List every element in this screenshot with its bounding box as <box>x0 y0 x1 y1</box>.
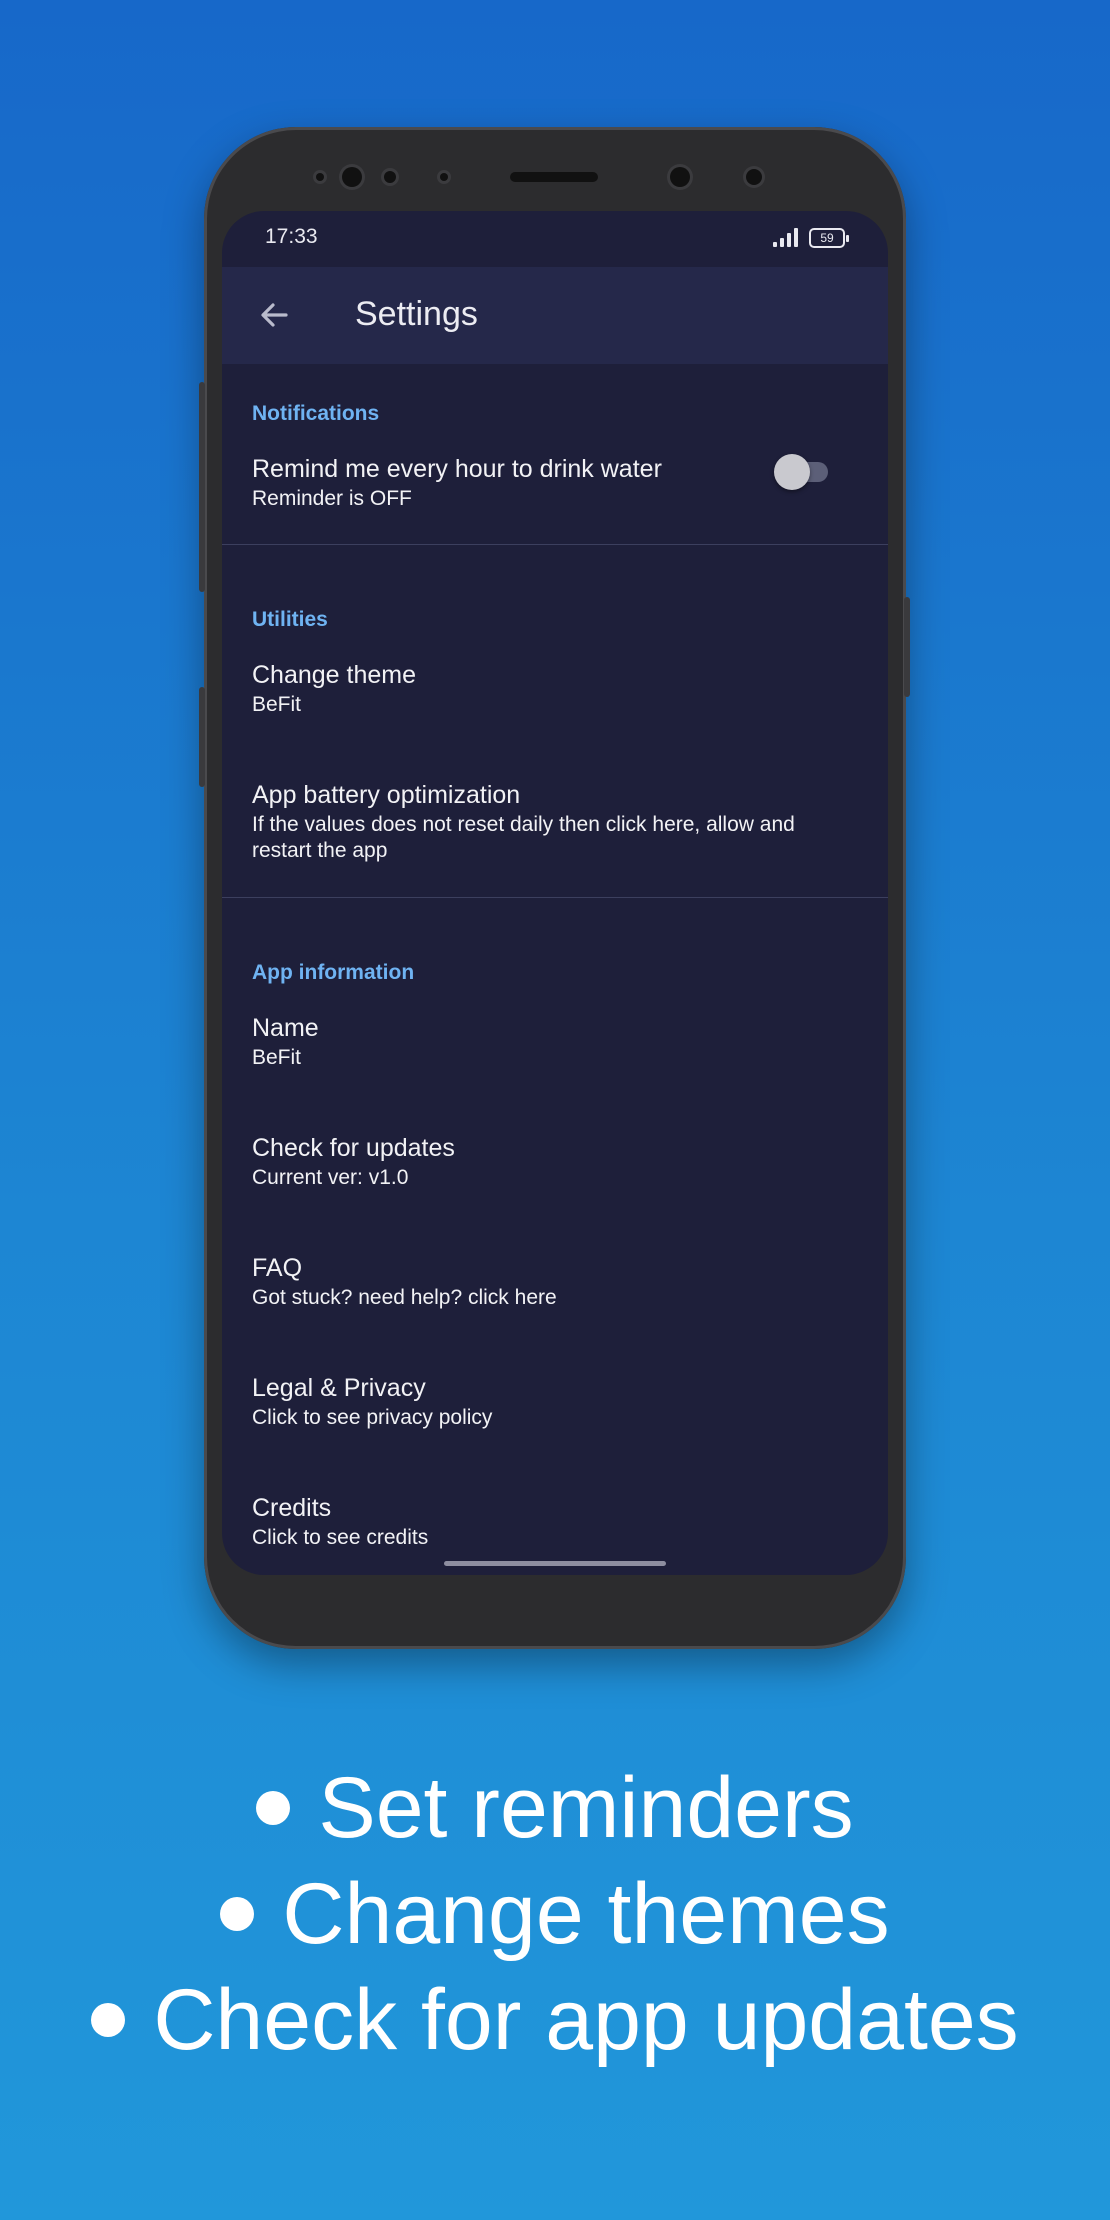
setting-item-battery-optimization[interactable]: App battery optimization If the values d… <box>252 780 852 864</box>
arrow-back-icon[interactable] <box>254 295 294 335</box>
battery-icon: 59 <box>809 228 849 248</box>
page-title: Settings <box>355 295 478 333</box>
setting-subtitle: Got stuck? need help? click here <box>252 1286 557 1309</box>
setting-title: Name <box>252 1014 319 1042</box>
toggle-thumb <box>774 454 810 490</box>
sensor-dot <box>316 173 324 181</box>
setting-subtitle: Current ver: v1.0 <box>252 1166 409 1189</box>
power-button <box>904 597 910 697</box>
setting-title: Check for updates <box>252 1134 455 1162</box>
signal-icon <box>773 227 799 247</box>
status-bar: 17:33 59 <box>222 211 888 267</box>
setting-title: App battery optimization <box>252 781 521 809</box>
setting-item-legal-privacy[interactable]: Legal & Privacy Click to see privacy pol… <box>252 1373 852 1431</box>
setting-item-change-theme[interactable]: Change theme BeFit <box>252 660 852 718</box>
setting-item-check-updates[interactable]: Check for updates Current ver: v1.0 <box>252 1133 852 1191</box>
setting-title: Credits <box>252 1494 332 1522</box>
setting-title: Legal & Privacy <box>252 1374 426 1402</box>
earpiece-speaker <box>510 172 598 182</box>
reminder-toggle[interactable] <box>774 454 834 490</box>
section-header-app-information: App information <box>252 961 415 984</box>
front-camera <box>342 167 362 187</box>
setting-subtitle: BeFit <box>252 1046 302 1069</box>
caption-line: Set reminders <box>0 1755 1110 1861</box>
setting-subtitle: Click to see credits <box>252 1526 429 1549</box>
setting-title: Change theme <box>252 661 417 689</box>
setting-subtitle: Click to see privacy policy <box>252 1406 493 1429</box>
caption-text: Set reminders <box>318 1760 854 1856</box>
app-bar: Settings <box>222 267 888 364</box>
caption-text: Change themes <box>282 1866 890 1962</box>
setting-title: FAQ <box>252 1254 303 1282</box>
setting-subtitle: If the values does not reset daily then … <box>252 813 795 862</box>
phone-screen: 17:33 59 Settings Notifications Remind m… <box>222 211 888 1575</box>
status-time: 17:33 <box>265 225 318 248</box>
setting-title: Remind me every hour to drink water <box>252 455 662 483</box>
bullet-icon <box>91 2003 126 2038</box>
setting-item-credits[interactable]: Credits Click to see credits <box>252 1493 852 1551</box>
section-header-notifications: Notifications <box>252 402 380 425</box>
caption-line: Check for app updates <box>0 1967 1110 2073</box>
bullet-icon <box>256 1791 291 1826</box>
phone-frame: 17:33 59 Settings Notifications Remind m… <box>199 127 910 1649</box>
volume-up-button <box>199 382 205 592</box>
divider <box>222 544 888 545</box>
section-header-utilities: Utilities <box>252 608 328 631</box>
setting-subtitle: Reminder is OFF <box>252 487 412 510</box>
setting-item-faq[interactable]: FAQ Got stuck? need help? click here <box>252 1253 852 1311</box>
divider <box>222 897 888 898</box>
caption-text: Check for app updates <box>153 1972 1019 2068</box>
volume-down-button <box>199 687 205 787</box>
setting-item-name[interactable]: Name BeFit <box>252 1013 852 1071</box>
caption-line: Change themes <box>0 1861 1110 1967</box>
setting-subtitle: BeFit <box>252 693 302 716</box>
sensor-dot <box>746 169 762 185</box>
sensor-dot <box>440 173 448 181</box>
setting-item-reminder[interactable]: Remind me every hour to drink water Remi… <box>252 454 852 512</box>
home-indicator[interactable] <box>444 1561 666 1566</box>
bullet-icon <box>220 1897 255 1932</box>
sensor-dot <box>384 171 396 183</box>
feature-captions: Set reminders Change themes Check for ap… <box>0 1755 1110 2073</box>
front-camera <box>670 167 690 187</box>
